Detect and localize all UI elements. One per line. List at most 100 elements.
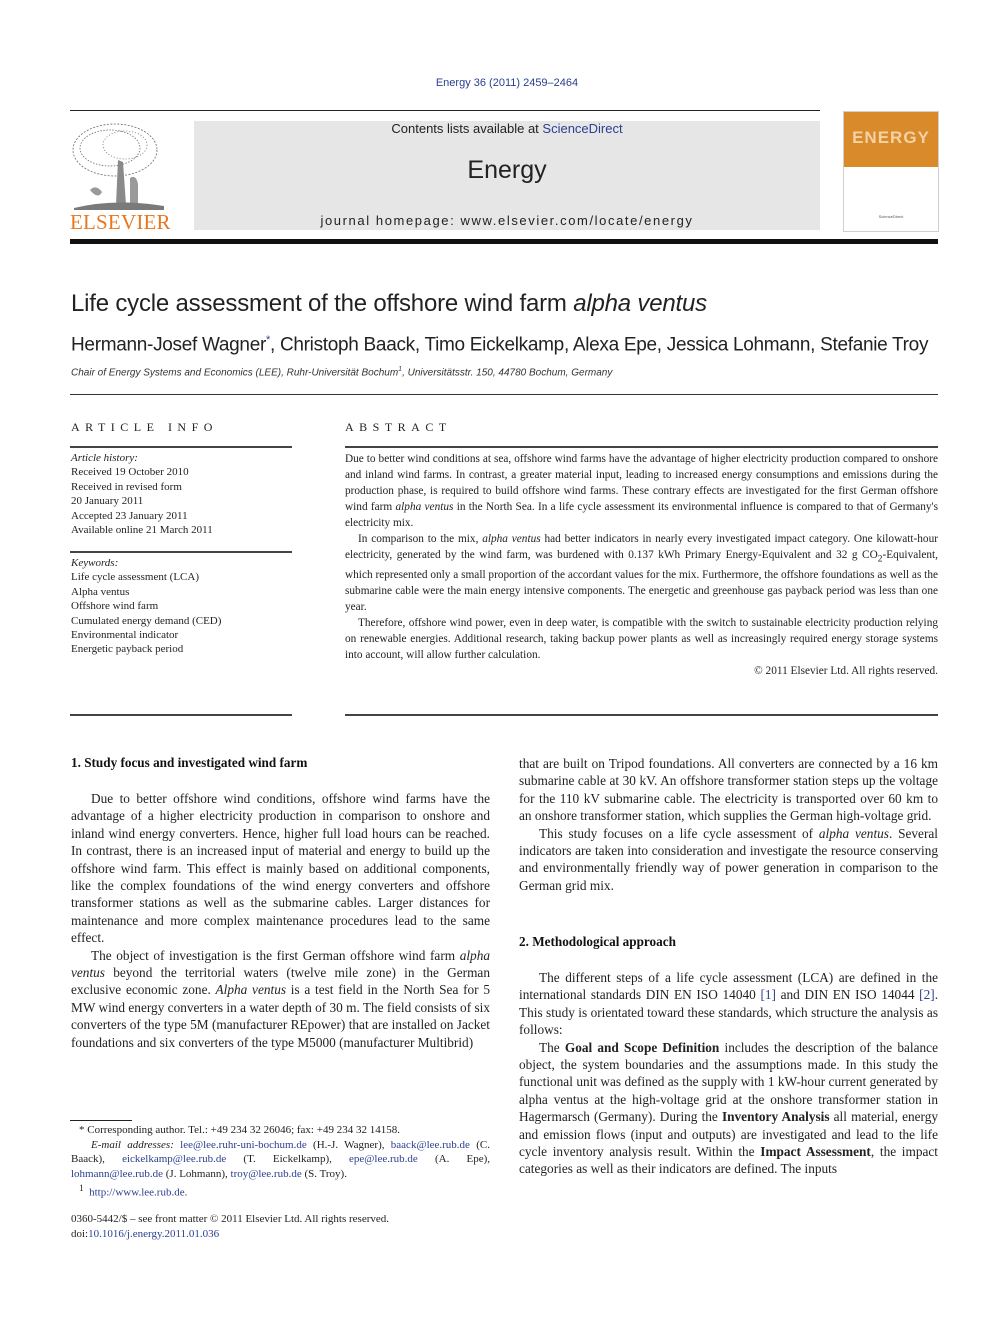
title-main: Life cycle assessment of the offshore wi… <box>71 290 574 317</box>
author: Alexa Epe <box>572 334 657 356</box>
italic-text: Alpha ventus <box>215 982 287 998</box>
text: The <box>539 1039 565 1055</box>
email-link[interactable]: troy@lee.rub.de <box>231 1168 302 1180</box>
journal-cover-thumbnail[interactable]: ENERGY ScienceDirect <box>843 111 939 232</box>
doi-prefix: doi: <box>71 1227 89 1240</box>
email-owner: (J. Lohmann), <box>163 1167 231 1180</box>
history-item: 20 January 2011 <box>71 495 144 508</box>
keywords-divider <box>70 551 292 553</box>
author: Jessica Lohmann <box>666 334 811 356</box>
corresponding-author-mark[interactable]: * <box>266 334 270 346</box>
bold-term: Goal and Scope Definition <box>564 1039 720 1055</box>
footnote-mark: 1 <box>79 1183 84 1193</box>
title-italic: alpha ventus <box>573 290 707 317</box>
email-owner: (T. Eickelkamp), <box>226 1153 350 1165</box>
contents-availability: Contents lists available at ScienceDirec… <box>194 121 820 136</box>
cover-title: ENERGY <box>852 128 930 147</box>
text: and DIN EN ISO 14044 <box>775 987 920 1003</box>
email-owner: (S. Troy). <box>301 1167 347 1180</box>
italic-text: alpha ventus <box>482 533 541 545</box>
email-addresses: E-mail addresses: lee@lee.ruhr-uni-bochu… <box>71 1138 490 1182</box>
text: In comparison to the mix, <box>358 533 483 545</box>
reference-link[interactable]: [1] <box>760 987 776 1002</box>
abstract-heading: ABSTRACT <box>345 420 452 434</box>
history-label: Article history: <box>71 452 138 464</box>
issn-line: 0360-5442/$ – see front matter © 2011 El… <box>71 1213 390 1225</box>
contents-prefix: Contents lists available at <box>391 121 543 136</box>
author: Stefanie Troy <box>820 334 929 356</box>
footnotes: * Corresponding author. Tel.: +49 234 32… <box>71 1123 490 1200</box>
body-paragraph: The different steps of a life cycle asse… <box>519 969 938 1039</box>
email-owner: (A. Epe), <box>417 1153 490 1165</box>
email-owner: (H.-J. Wagner), <box>306 1138 391 1151</box>
keyword: Cumulated energy demand (CED) <box>71 614 222 627</box>
sciencedirect-link[interactable]: ScienceDirect <box>542 121 622 136</box>
abstract-copyright: © 2011 Elsevier Ltd. All rights reserved… <box>754 665 938 678</box>
article-info-heading: ARTICLE INFO <box>71 420 218 434</box>
body-paragraph: Due to better offshore wind conditions, … <box>71 791 490 946</box>
history-item: Available online 21 March 2011 <box>71 524 213 537</box>
keyword: Life cycle assessment (LCA) <box>71 571 199 584</box>
email-label: E-mail addresses: <box>91 1138 181 1151</box>
reference-link[interactable]: [2] <box>919 987 935 1002</box>
body-paragraph: This study focuses on a life cycle asses… <box>519 825 938 895</box>
article-info-end-divider <box>70 714 292 716</box>
email-link[interactable]: lohmann@lee.rub.de <box>71 1168 163 1180</box>
history-item: Received in revised form <box>71 480 182 493</box>
author: Timo Eickelkamp <box>424 334 564 356</box>
history-item: Received 19 October 2010 <box>71 466 189 479</box>
right-column-bottom: The different steps of a life cycle asse… <box>519 969 938 1178</box>
abstract-paragraph: Therefore, offshore wind power, even in … <box>345 617 938 662</box>
left-column: Due to better offshore wind conditions, … <box>71 790 490 1051</box>
bold-term: Impact Assessment <box>760 1144 871 1160</box>
section-2-heading: 2. Methodological approach <box>519 934 676 949</box>
keywords-list: Keywords: Life cycle assessment (LCA) Al… <box>71 556 301 657</box>
text: This study focuses on a life cycle asses… <box>539 825 819 841</box>
doi-link[interactable]: 10.1016/j.energy.2011.01.036 <box>88 1228 219 1240</box>
body-paragraph: The object of investigation is the first… <box>71 947 490 1051</box>
cover-footer: ScienceDirect <box>878 214 904 219</box>
bold-term: Inventory Analysis <box>721 1109 830 1125</box>
article-info-divider <box>70 446 292 448</box>
text: The object of investigation is the first… <box>91 947 460 963</box>
article-title: Life cycle assessment of the offshore wi… <box>71 290 707 318</box>
journal-citation[interactable]: Energy 36 (2011) 2459–2464 <box>0 77 992 89</box>
body-paragraph: that are built on Tripod foundations. Al… <box>519 756 938 824</box>
affiliation-footnote: 1 http://www.lee.rub.de. <box>71 1181 490 1200</box>
article-history: Article history: Received 19 October 201… <box>71 451 301 537</box>
abstract-paragraph: In comparison to the mix, alpha ventus h… <box>345 531 938 615</box>
keyword: Offshore wind farm <box>71 600 159 613</box>
right-column-top: that are built on Tripod foundations. Al… <box>519 755 938 894</box>
email-link[interactable]: baack@lee.rub.de <box>391 1139 470 1151</box>
author: Christoph Baack <box>279 334 415 356</box>
title-divider <box>70 394 938 395</box>
author-list: Hermann-Josef Wagner*, Christoph Baack, … <box>71 334 929 356</box>
body-paragraph: The Goal and Scope Definition includes t… <box>519 1039 938 1178</box>
keyword: Environmental indicator <box>71 629 179 642</box>
abstract-divider <box>345 446 938 448</box>
keywords-label: Keywords: <box>71 557 119 569</box>
lee-website-link[interactable]: http://www.lee.rub.de. <box>89 1187 187 1199</box>
section-1-heading: 1. Study focus and investigated wind far… <box>71 755 308 770</box>
doi-line: doi:10.1016/j.energy.2011.01.036 <box>71 1227 389 1242</box>
abstract-end-divider <box>345 714 938 716</box>
author-affiliation: Chair of Energy Systems and Economics (L… <box>71 366 612 378</box>
front-matter: 0360-5442/$ – see front matter © 2011 El… <box>71 1212 389 1241</box>
email-link[interactable]: lee@lee.ruhr-uni-bochum.de <box>180 1139 307 1151</box>
email-link[interactable]: epe@lee.rub.de <box>349 1153 418 1165</box>
keyword: Alpha ventus <box>71 585 130 598</box>
email-link[interactable]: eickelkamp@lee.rub.de <box>122 1153 226 1165</box>
italic-text: alpha ventus <box>818 825 889 841</box>
masthead-thick-divider <box>70 239 938 244</box>
header-divider <box>70 110 820 111</box>
abstract-body: Due to better wind conditions at sea, of… <box>345 451 938 679</box>
history-item: Accepted 23 January 2011 <box>71 509 188 522</box>
keyword: Energetic payback period <box>71 643 184 656</box>
elsevier-wordmark[interactable]: ELSEVIER <box>70 210 174 234</box>
corresponding-author-note: * Corresponding author. Tel.: +49 234 32… <box>79 1124 400 1136</box>
author: Hermann-Josef Wagner <box>71 334 266 356</box>
italic-text: alpha ventus <box>395 501 454 513</box>
journal-name: Energy <box>467 156 547 184</box>
affiliation-text: Chair of Energy Systems and Economics (L… <box>71 367 399 379</box>
journal-homepage-link[interactable]: journal homepage: www.elsevier.com/locat… <box>194 213 820 228</box>
